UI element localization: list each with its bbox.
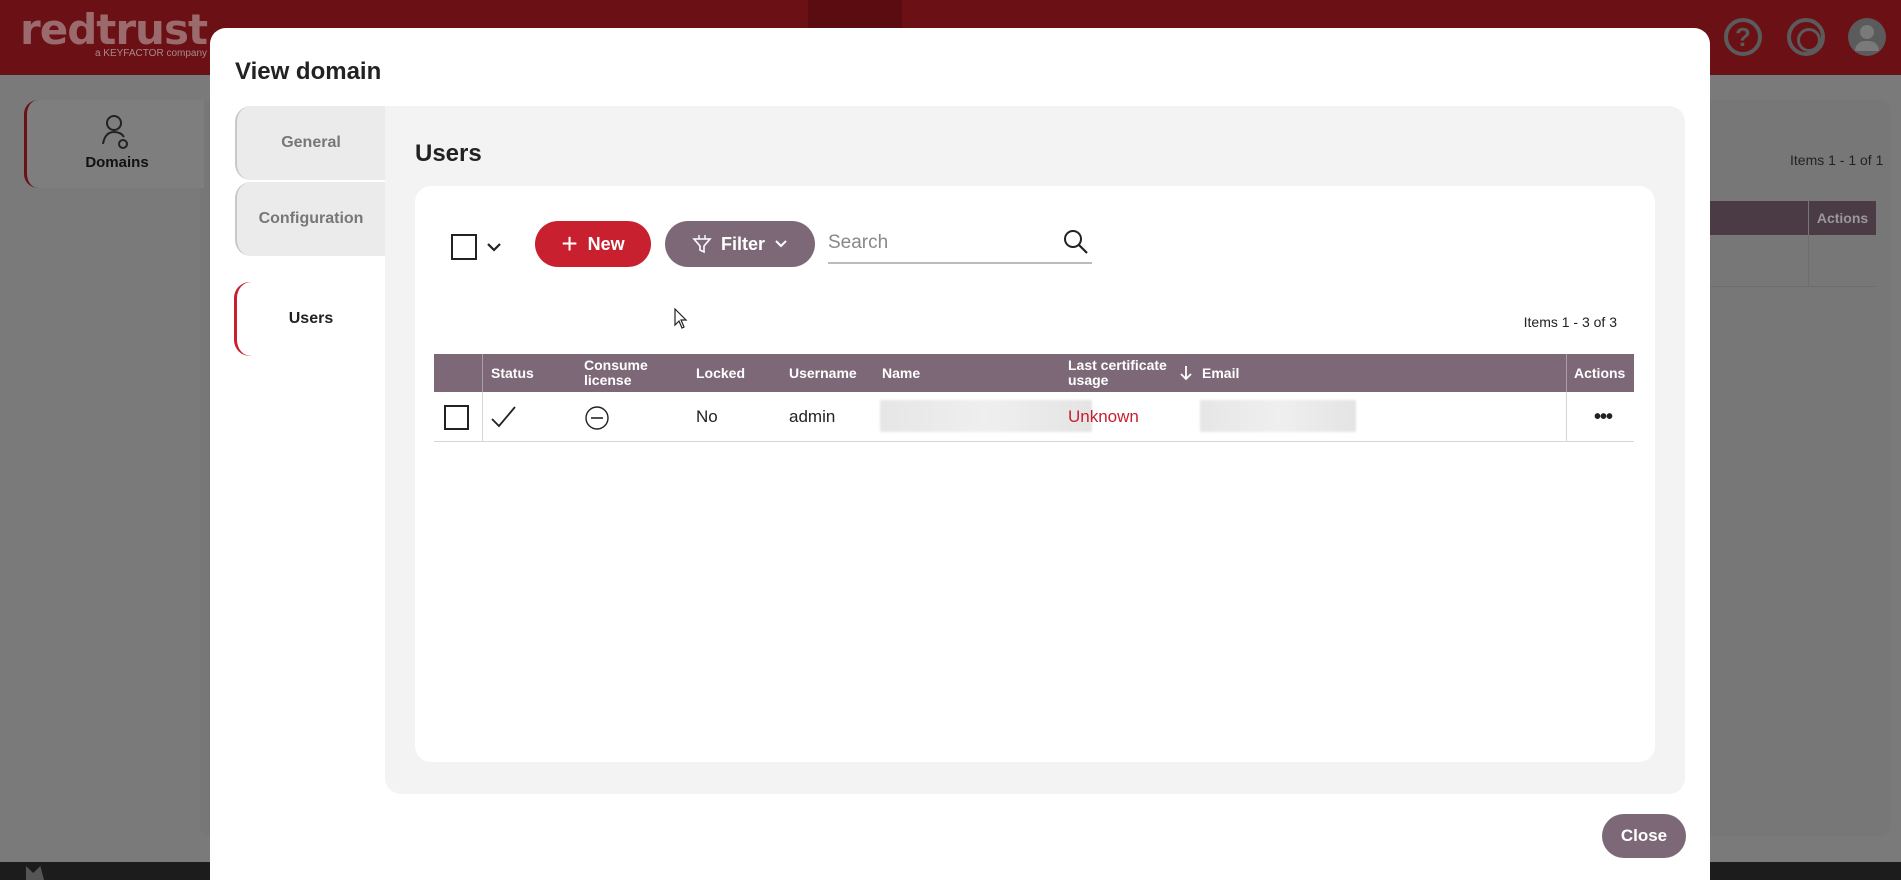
column-header-username[interactable]: Username	[789, 354, 857, 392]
new-button-label: New	[587, 233, 625, 254]
cell-last-certificate-usage: Unknown	[1068, 407, 1139, 426]
funnel-icon	[692, 235, 712, 254]
minus-circle-icon	[585, 406, 609, 430]
tab-general[interactable]: General	[235, 106, 385, 180]
new-user-button[interactable]: + New	[535, 221, 651, 267]
tab-content-panel: Users + New Filter Search Items 1 - 3 of…	[385, 106, 1685, 794]
background-table-header: Actions	[1700, 201, 1876, 235]
sort-arrow-down-icon[interactable]	[1179, 365, 1193, 381]
mouse-cursor-icon	[674, 308, 688, 329]
cell-name-redacted	[880, 400, 1092, 432]
column-header-status[interactable]: Status	[491, 354, 534, 392]
footer-logo-icon	[26, 866, 44, 880]
column-header-actions: Actions	[1574, 364, 1626, 381]
background-actions-header: Actions	[1808, 201, 1876, 235]
filter-button[interactable]: Filter	[665, 221, 815, 267]
domains-user-icon	[102, 115, 128, 149]
users-table: Status Consume license Locked Username N…	[434, 354, 1634, 442]
checkmark-status-icon	[491, 406, 516, 428]
tab-configuration[interactable]: Configuration	[235, 182, 385, 256]
close-button[interactable]: Close	[1602, 814, 1686, 858]
background-table-row	[1700, 235, 1876, 287]
users-card: + New Filter Items 1 -	[415, 186, 1655, 762]
help-icon[interactable]: ?	[1724, 18, 1762, 56]
row-checkbox[interactable]	[444, 405, 469, 430]
filter-button-label: Filter	[720, 233, 765, 254]
search-field	[828, 222, 1092, 264]
user-avatar-icon[interactable]	[1848, 18, 1886, 56]
chevron-down-icon	[775, 240, 787, 248]
column-header-name[interactable]: Name	[882, 354, 920, 392]
items-count: Items 1 - 3 of 3	[1523, 314, 1617, 330]
view-domain-modal: View domain General Configuration Users …	[210, 28, 1710, 880]
plus-icon: +	[561, 228, 578, 259]
table-row[interactable]: No admin Unknown •••	[434, 392, 1634, 442]
modal-title: View domain	[235, 58, 382, 85]
row-actions-more-icon[interactable]: •••	[1594, 406, 1613, 429]
column-header-last-certificate-usage[interactable]: Last certificate usage	[1068, 354, 1178, 392]
tab-users[interactable]: Users	[235, 282, 385, 356]
column-header-email[interactable]: Email	[1202, 354, 1239, 392]
cell-locked: No	[696, 407, 718, 426]
sidebar-item-domains[interactable]: Domains	[24, 100, 204, 188]
app-logo: redtrust a KEYFACTOR company	[20, 5, 208, 60]
section-title: Users	[415, 140, 482, 167]
column-header-locked[interactable]: Locked	[696, 354, 745, 392]
sidebar-item-label: Domains	[85, 154, 149, 171]
search-input[interactable]	[828, 226, 1048, 260]
column-header-consume-license[interactable]: Consume license	[584, 354, 664, 392]
header-tab-highlight	[808, 0, 902, 28]
select-all-checkbox[interactable]	[451, 234, 477, 260]
cell-email-redacted	[1200, 400, 1356, 432]
settings-icon[interactable]	[1787, 18, 1825, 56]
logo-wordmark: redtrust	[20, 5, 208, 54]
table-header: Status Consume license Locked Username N…	[434, 354, 1634, 392]
background-items-count: Items 1 - 1 of 1	[1790, 152, 1884, 168]
chevron-down-icon[interactable]	[483, 236, 505, 258]
search-icon[interactable]	[1062, 228, 1090, 256]
cell-username: admin	[789, 407, 836, 426]
